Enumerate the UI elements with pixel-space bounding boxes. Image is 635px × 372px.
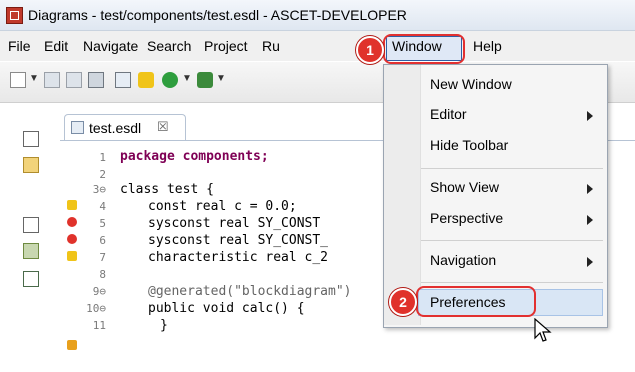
code-line: public void calc() { <box>148 301 305 316</box>
code-line: package components; <box>120 149 269 164</box>
callout-ring-preferences <box>416 286 536 317</box>
menu-item-navigation[interactable]: Navigation <box>430 252 496 268</box>
tab-test-esdl[interactable]: test.esdl ☒ <box>64 114 186 141</box>
code-line: characteristic real c_2 <box>148 250 329 265</box>
code-line: @generated("blockdiagram") <box>148 284 352 299</box>
warning-icon <box>67 340 77 350</box>
outline-icon[interactable] <box>23 243 39 259</box>
chevron-down-icon[interactable]: ▼ <box>29 73 39 84</box>
menu-help[interactable]: Help <box>473 38 502 54</box>
chevron-down-icon[interactable]: ▼ <box>182 73 192 84</box>
submenu-arrow-icon <box>587 215 593 225</box>
line-number: 4 <box>99 200 106 213</box>
save-icon[interactable] <box>44 72 60 88</box>
line-number: 2 <box>99 168 106 181</box>
callout-ring-window <box>383 34 465 64</box>
line-number: 6 <box>99 234 106 247</box>
warning-icon <box>67 251 77 261</box>
debug-icon[interactable] <box>197 72 213 88</box>
line-number: 11 <box>92 319 106 332</box>
menu-navigate[interactable]: Navigate <box>83 38 138 54</box>
submenu-arrow-icon <box>587 184 593 194</box>
menu-item-new-window[interactable]: New Window <box>430 76 512 92</box>
code-line: sysconst real SY_CONST <box>148 216 321 231</box>
code-line: const real c = 0.0; <box>148 199 297 214</box>
side-panel <box>14 113 48 371</box>
print-icon[interactable] <box>88 72 104 88</box>
menu-separator <box>421 168 603 169</box>
menu-item-hide-toolbar[interactable]: Hide Toolbar <box>430 137 508 153</box>
menu-item-show-view[interactable]: Show View <box>430 179 499 195</box>
menu-item-perspective[interactable]: Perspective <box>430 210 503 226</box>
file-icon <box>71 121 84 134</box>
line-number: 3⊖ <box>92 183 106 196</box>
code-line: sysconst real SY_CONST_ <box>148 233 329 248</box>
folder-icon[interactable] <box>23 157 39 173</box>
run-icon[interactable] <box>162 72 178 88</box>
mouse-cursor-icon <box>534 318 552 342</box>
submenu-arrow-icon <box>587 111 593 121</box>
error-icon <box>67 217 77 227</box>
callout-badge-2: 2 <box>389 288 417 316</box>
build-icon[interactable] <box>115 72 131 88</box>
code-line: } <box>160 318 168 333</box>
app-icon <box>6 7 23 24</box>
menu-item-editor[interactable]: Editor <box>430 106 467 122</box>
menu-edit[interactable]: Edit <box>44 38 68 54</box>
error-icon <box>67 234 77 244</box>
code-line: class test { <box>120 182 214 197</box>
line-number: 1 <box>99 151 106 164</box>
close-icon[interactable]: ☒ <box>157 119 169 135</box>
restore-icon[interactable] <box>23 217 39 233</box>
line-number: 7 <box>99 251 106 264</box>
submenu-arrow-icon <box>587 257 593 267</box>
line-number: 9⊖ <box>92 285 106 298</box>
component-icon[interactable] <box>23 271 39 287</box>
line-number: 5 <box>99 217 106 230</box>
line-number: 10⊖ <box>86 302 106 315</box>
save-all-icon[interactable] <box>66 72 82 88</box>
menu-run[interactable]: Ru <box>262 38 280 54</box>
warning-icon <box>67 200 77 210</box>
window-title: Diagrams - test/components/test.esdl - A… <box>28 7 407 23</box>
line-number: 8 <box>99 268 106 281</box>
callout-badge-1: 1 <box>356 36 384 64</box>
new-file-icon[interactable] <box>10 72 26 88</box>
menu-icon-gutter <box>384 65 421 325</box>
menu-separator <box>421 282 603 283</box>
step-icon[interactable] <box>138 72 154 88</box>
tab-label: test.esdl <box>89 120 142 136</box>
menu-search[interactable]: Search <box>147 38 191 54</box>
menu-separator <box>421 240 603 241</box>
menu-project[interactable]: Project <box>204 38 248 54</box>
menu-file[interactable]: File <box>8 38 31 54</box>
chevron-down-icon[interactable]: ▼ <box>216 73 226 84</box>
restore-icon[interactable] <box>23 131 39 147</box>
